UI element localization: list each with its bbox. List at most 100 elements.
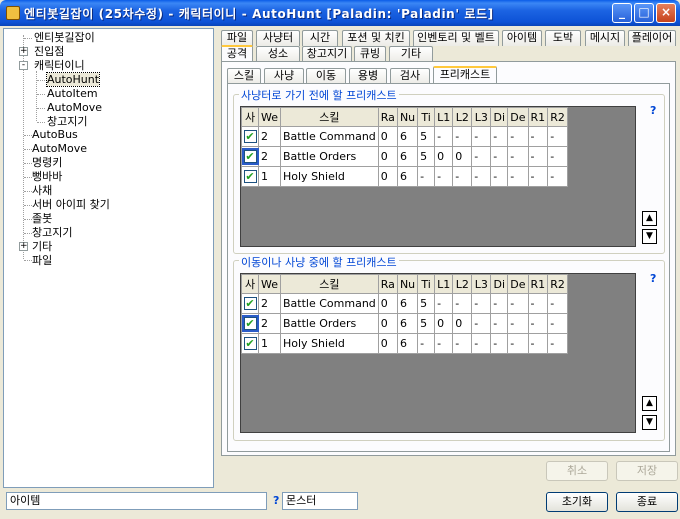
- table-cell[interactable]: -: [507, 166, 529, 187]
- save-button[interactable]: 저장: [616, 461, 678, 481]
- table-cell[interactable]: 0: [452, 313, 473, 334]
- tab-inventory-belt[interactable]: 인벤토리 및 벨트: [413, 30, 499, 46]
- col-header-l3[interactable]: L3: [471, 274, 492, 294]
- maximize-button[interactable]: □: [634, 3, 654, 23]
- move-up-button[interactable]: ▲: [642, 396, 657, 411]
- tab-shrine[interactable]: 성소: [256, 46, 300, 62]
- table-cell[interactable]: 2: [258, 126, 281, 147]
- col-header-r1[interactable]: R1: [527, 107, 549, 127]
- table-cell[interactable]: -: [527, 166, 549, 187]
- subtab-skill[interactable]: 스킬: [227, 68, 261, 84]
- tab-potion-chicken[interactable]: 포션 및 치킨: [342, 30, 410, 46]
- table-cell[interactable]: -: [507, 333, 529, 354]
- table-cell[interactable]: -: [417, 333, 436, 354]
- table-cell[interactable]: -: [490, 313, 509, 334]
- table-cell[interactable]: 5: [417, 313, 436, 334]
- tree-item-autoitem[interactable]: AutoItem: [47, 87, 98, 101]
- help-icon[interactable]: ?: [650, 104, 656, 117]
- expand-icon[interactable]: +: [19, 47, 28, 56]
- table-cell[interactable]: -: [471, 313, 492, 334]
- col-header-skill[interactable]: 스킬: [280, 107, 379, 127]
- cancel-button[interactable]: 취소: [546, 461, 608, 481]
- table-cell[interactable]: -: [452, 333, 473, 354]
- help-icon[interactable]: ?: [650, 272, 656, 285]
- col-header-r2[interactable]: R2: [547, 274, 568, 294]
- table-cell[interactable]: -: [452, 293, 473, 314]
- expand-icon[interactable]: +: [19, 242, 28, 251]
- table-cell[interactable]: -: [547, 313, 568, 334]
- table-cell[interactable]: 0: [377, 313, 398, 334]
- table-cell[interactable]: Holy Shield: [280, 333, 379, 354]
- col-header-use[interactable]: 사: [241, 107, 259, 127]
- move-up-button[interactable]: ▲: [642, 211, 657, 226]
- tree-item-file[interactable]: 파일: [32, 254, 52, 268]
- table-cell[interactable]: -: [547, 166, 568, 187]
- tree-item-baal-bot[interactable]: 뻥바바: [32, 170, 62, 184]
- table-cell[interactable]: 0: [377, 166, 398, 187]
- table-cell[interactable]: -: [452, 166, 473, 187]
- table-cell[interactable]: 0: [377, 126, 398, 147]
- use-checkbox[interactable]: ✔: [241, 148, 259, 166]
- subtab-inspect[interactable]: 검사: [390, 68, 430, 84]
- table-row[interactable]: ✔ 2 Battle Command 0 6 5 - - - - - - -: [241, 293, 568, 314]
- col-header-use[interactable]: 사: [241, 274, 259, 294]
- table-cell[interactable]: Battle Orders: [280, 146, 379, 167]
- precast-grid-1[interactable]: 사 We 스킬 Ra Nu Ti L1 L2 L3 Di De R1 R2 ✔ …: [240, 106, 636, 247]
- table-cell[interactable]: 0: [377, 333, 398, 354]
- help-icon[interactable]: ?: [273, 494, 279, 507]
- table-cell[interactable]: -: [490, 333, 509, 354]
- reset-button[interactable]: 초기화: [546, 492, 608, 512]
- title-bar[interactable]: 엔티봇길잡이 (25차수정) - 캐릭터이니 - AutoHunt [Palad…: [0, 0, 680, 26]
- table-row[interactable]: ✔ 2 Battle Orders 0 6 5 0 0 - - - - -: [241, 313, 568, 334]
- table-cell[interactable]: 0: [434, 146, 454, 167]
- col-header-l1[interactable]: L1: [434, 274, 454, 294]
- table-cell[interactable]: -: [490, 293, 509, 314]
- table-cell[interactable]: 6: [396, 166, 419, 187]
- subtab-hunt[interactable]: 사냥: [264, 68, 304, 84]
- table-cell[interactable]: -: [490, 126, 509, 147]
- table-cell[interactable]: -: [547, 333, 568, 354]
- tree-item-etc[interactable]: 기타: [32, 240, 52, 254]
- use-checkbox[interactable]: ✔: [243, 170, 257, 184]
- tab-warehouse[interactable]: 창고지기: [302, 46, 352, 62]
- table-row[interactable]: ✔ 1 Holy Shield 0 6 - - - - - - - -: [241, 166, 568, 187]
- table-cell[interactable]: -: [471, 293, 492, 314]
- tab-message[interactable]: 메시지: [585, 30, 625, 46]
- col-header-l2[interactable]: L2: [452, 107, 473, 127]
- table-cell[interactable]: -: [527, 293, 549, 314]
- col-header-di[interactable]: Di: [490, 107, 509, 127]
- tree-item-character-ini[interactable]: 캐릭터이니: [34, 59, 85, 73]
- table-row[interactable]: ✔ 2 Battle Command 0 6 5 - - - - - - -: [241, 126, 568, 147]
- subtab-mercenary[interactable]: 용병: [349, 68, 387, 84]
- col-header-de[interactable]: De: [507, 107, 529, 127]
- tree-item-automove[interactable]: AutoMove: [32, 142, 87, 156]
- table-cell[interactable]: -: [471, 333, 492, 354]
- precast-grid-2[interactable]: 사 We 스킬 Ra Nu Ti L1 L2 L3 Di De R1 R2 ✔ …: [240, 273, 636, 433]
- col-header-di[interactable]: Di: [490, 274, 509, 294]
- table-cell[interactable]: 2: [258, 293, 281, 314]
- col-header-ti[interactable]: Ti: [417, 274, 436, 294]
- table-cell[interactable]: -: [490, 146, 509, 167]
- close-button[interactable]: ×: [656, 3, 676, 23]
- subtab-move[interactable]: 이동: [306, 68, 346, 84]
- table-row[interactable]: ✔ 1 Holy Shield 0 6 - - - - - - - -: [241, 333, 568, 354]
- tree-item-warehouse-child[interactable]: 창고지기: [47, 115, 87, 129]
- tree-item-private-loan[interactable]: 사채: [32, 184, 52, 198]
- table-cell[interactable]: Holy Shield: [280, 166, 379, 187]
- col-header-r1[interactable]: R1: [527, 274, 549, 294]
- table-row[interactable]: ✔ 2 Battle Orders 0 6 5 0 0 - - - - -: [241, 146, 568, 167]
- table-cell[interactable]: -: [507, 146, 529, 167]
- table-cell[interactable]: -: [547, 146, 568, 167]
- tab-cubing[interactable]: 큐빙: [354, 46, 386, 62]
- col-header-r2[interactable]: R2: [547, 107, 568, 127]
- table-cell[interactable]: -: [434, 166, 454, 187]
- tree-item-find-server-ip[interactable]: 서버 아이피 찾기: [32, 198, 110, 212]
- subtab-precast[interactable]: 프리캐스트: [433, 66, 497, 84]
- tree-item-autobus[interactable]: AutoBus: [32, 128, 78, 142]
- col-header-l1[interactable]: L1: [434, 107, 454, 127]
- table-cell[interactable]: -: [471, 166, 492, 187]
- table-cell[interactable]: Battle Orders: [280, 313, 379, 334]
- table-cell[interactable]: 6: [396, 293, 419, 314]
- table-cell[interactable]: -: [471, 146, 492, 167]
- table-cell[interactable]: -: [417, 166, 436, 187]
